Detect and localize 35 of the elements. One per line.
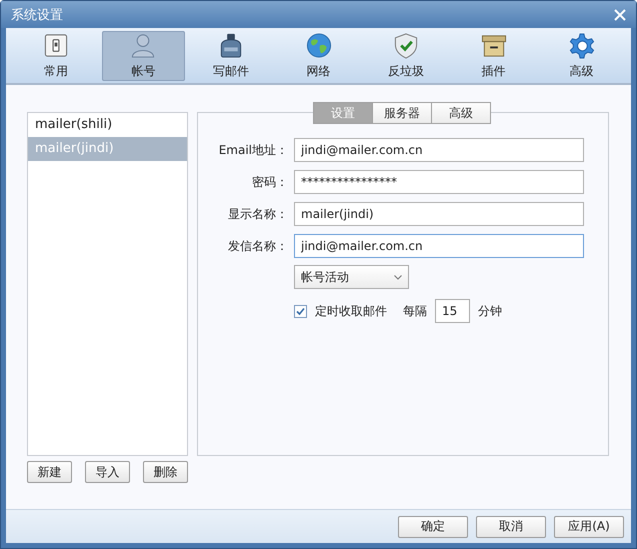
input-field[interactable]: jindi@mailer.com.cn — [294, 234, 584, 258]
unit-label: 分钟 — [478, 302, 502, 320]
field-label: 密码： — [251, 174, 288, 190]
panel-tab[interactable]: 服务器 — [372, 102, 432, 124]
checkbox-label: 定时收取邮件 — [315, 302, 387, 320]
interval-field[interactable]: 15 — [435, 299, 470, 323]
input-field[interactable]: jindi@mailer.com.cn — [294, 138, 584, 162]
caret-icon — [394, 274, 402, 280]
toolbar-tab[interactable]: 插件 — [452, 31, 536, 81]
dialog-button[interactable]: 取消 — [476, 516, 546, 538]
dialog-button[interactable]: 确定 — [398, 516, 468, 538]
account-dropdown[interactable]: 帐号活动 — [294, 265, 409, 289]
network-icon — [304, 32, 333, 59]
panel-tab[interactable]: 高级 — [431, 102, 491, 124]
advanced-icon — [567, 32, 596, 59]
checkbox[interactable] — [294, 304, 307, 318]
account-button[interactable]: 导入 — [85, 461, 130, 483]
close-icon[interactable] — [614, 8, 626, 20]
toolbar-tab[interactable]: 高级 — [539, 31, 624, 81]
toolbar-tab[interactable]: 常用 — [14, 31, 98, 81]
toolbar-tab[interactable]: 写邮件 — [189, 31, 273, 81]
dialog-button[interactable]: 应用(A) — [554, 516, 624, 538]
toolbar-tab[interactable]: 反垃圾 — [364, 31, 448, 81]
field-label: 显示名称： — [227, 206, 288, 222]
toolbar-tab[interactable]: 网络 — [276, 31, 360, 81]
input-field[interactable]: mailer(jindi) — [294, 202, 584, 226]
field-label: Email地址： — [218, 142, 288, 158]
field-label: 发信名称： — [227, 238, 288, 254]
account-item[interactable]: mailer(shili) — [28, 113, 187, 137]
account-button[interactable]: 新建 — [27, 461, 72, 483]
account-button[interactable]: 删除 — [143, 461, 188, 483]
input-field[interactable]: **************** — [294, 170, 584, 194]
toolbar-tab[interactable]: 帐号 — [102, 31, 186, 81]
interval-label: 每隔 — [403, 302, 427, 320]
window-title: 系统设置 — [11, 6, 63, 24]
